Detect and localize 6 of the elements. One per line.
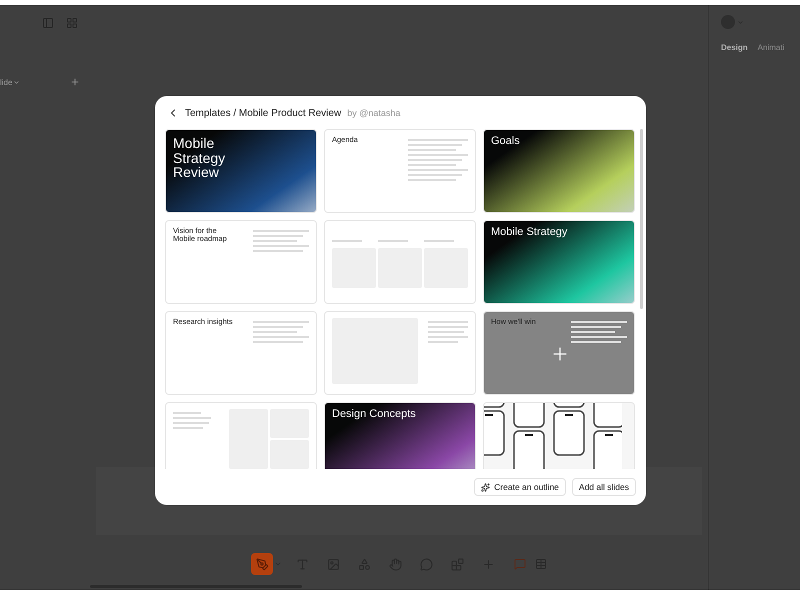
breadcrumb: Templates / Mobile Product Review [185,108,342,119]
slide-title: Goals [491,136,521,148]
author-label: by @natasha [347,108,400,118]
slide-title: Mobile Strategy [491,226,568,238]
slide-title: Mobile Strategy Review [173,136,226,180]
slide-title: Design Concepts [332,408,417,420]
